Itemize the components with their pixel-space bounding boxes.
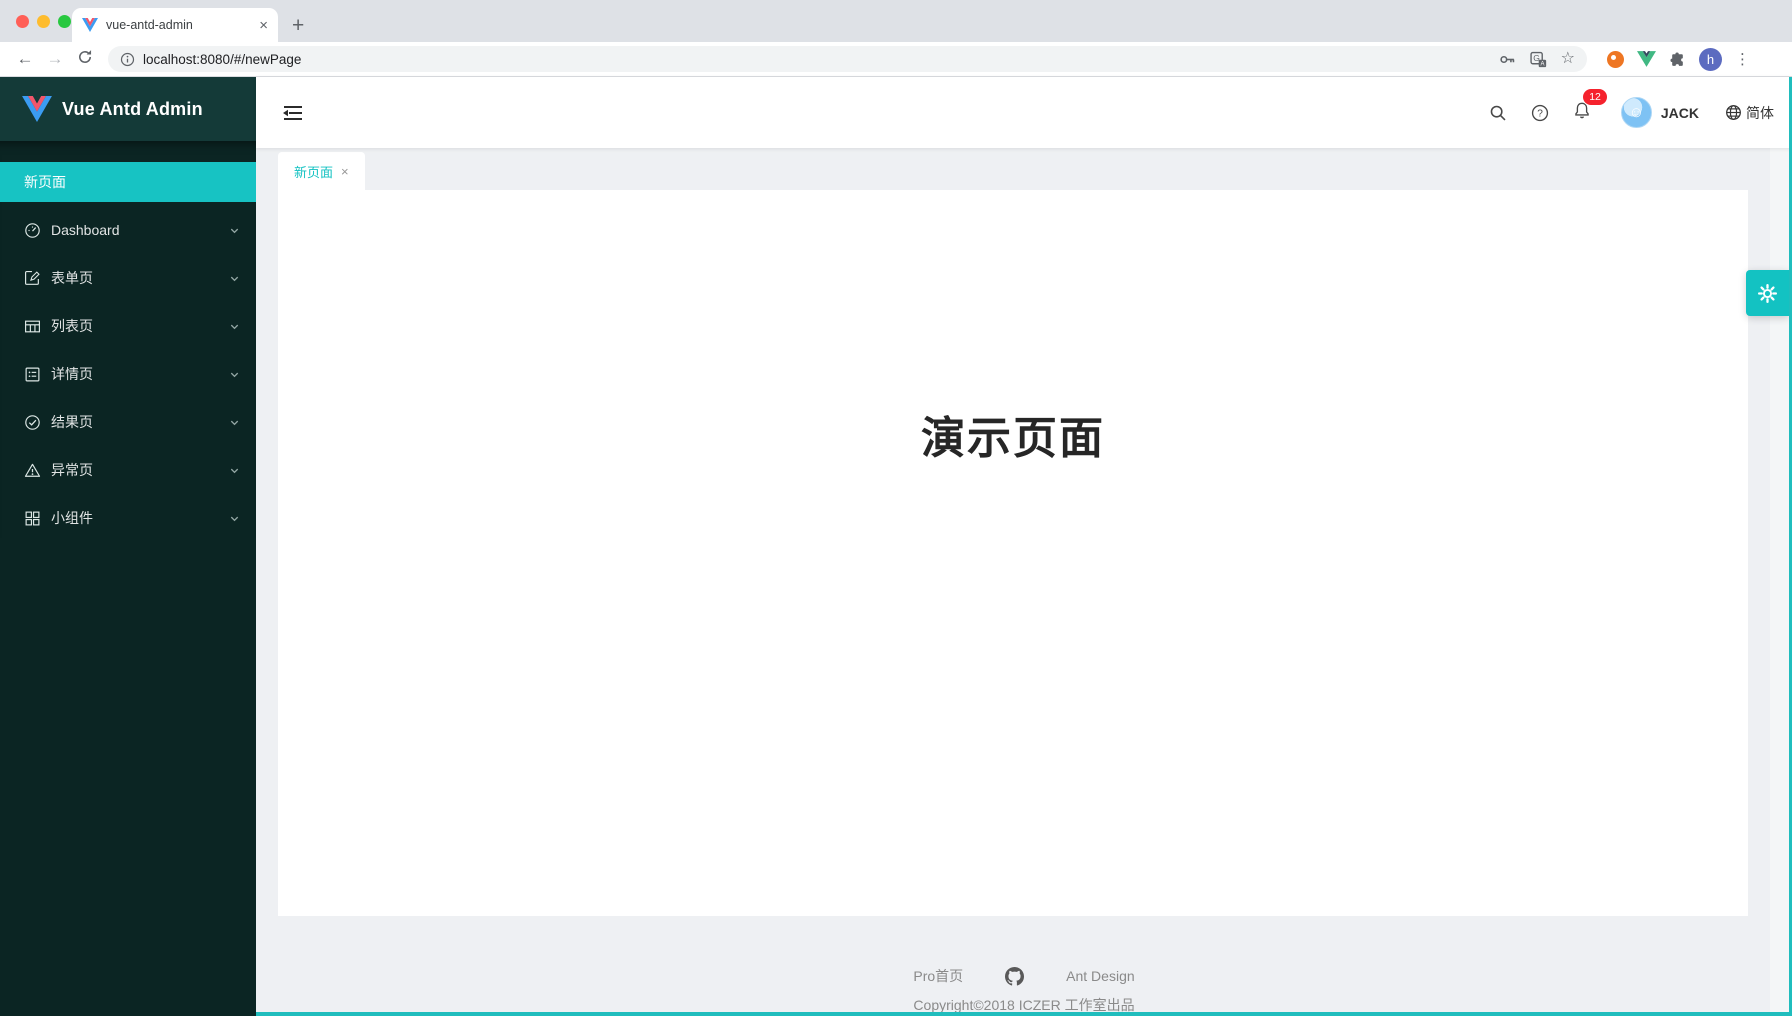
browser-menu-icon[interactable]: ⋮ — [1735, 50, 1750, 68]
tab-close-icon[interactable]: × — [259, 18, 268, 33]
menu-label: 表单页 — [51, 268, 93, 288]
menu-fold-icon[interactable] — [282, 103, 304, 123]
warning-icon — [24, 462, 41, 479]
menu-label: 小组件 — [51, 508, 93, 528]
language-switcher[interactable]: 简体 — [1725, 103, 1774, 123]
footer-link-home[interactable]: Pro首页 — [913, 966, 963, 986]
browser-tab-title: vue-antd-admin — [106, 18, 251, 32]
vue-logo-icon — [22, 96, 52, 122]
sidebar-item-list[interactable]: 列表页 — [0, 306, 256, 346]
extensions-puzzle-icon[interactable] — [1669, 51, 1686, 68]
chevron-down-icon — [229, 369, 240, 380]
chevron-down-icon — [229, 225, 240, 236]
globe-icon — [1725, 104, 1742, 121]
page-tab-newpage[interactable]: 新页面 × — [278, 152, 365, 190]
close-window-button[interactable] — [16, 15, 29, 28]
sidebar-item-widgets[interactable]: 小组件 — [0, 498, 256, 538]
reload-icon[interactable] — [72, 49, 98, 70]
app-header: ? 12 ☺ JACK — [256, 77, 1792, 148]
page-tab-label: 新页面 — [294, 162, 333, 181]
chevron-down-icon — [229, 417, 240, 428]
app-title: Vue Antd Admin — [62, 99, 203, 120]
chevron-down-icon — [229, 321, 240, 332]
bottom-accent-line — [256, 1012, 1792, 1016]
extension-icon-orange[interactable] — [1607, 51, 1624, 68]
username[interactable]: JACK — [1661, 105, 1699, 121]
help-icon[interactable]: ? — [1531, 104, 1549, 122]
sidebar-item-form[interactable]: 表单页 — [0, 258, 256, 298]
password-key-icon[interactable] — [1499, 51, 1516, 68]
sidebar-item-dashboard[interactable]: Dashboard — [0, 210, 256, 250]
notifications-bell[interactable]: 12 — [1573, 101, 1591, 125]
browser-tab[interactable]: vue-antd-admin × — [72, 8, 278, 42]
user-avatar[interactable]: ☺ — [1621, 97, 1652, 128]
gear-icon — [1756, 282, 1779, 305]
url-text[interactable]: localhost:8080/#/newPage — [143, 52, 301, 67]
page-tab-close-icon[interactable]: × — [341, 164, 349, 179]
dashboard-icon — [24, 222, 41, 239]
vue-favicon — [82, 18, 98, 32]
translate-icon[interactable]: G A — [1530, 51, 1547, 68]
check-circle-icon — [24, 414, 41, 431]
menu-label: 详情页 — [51, 364, 93, 384]
forward-icon[interactable]: → — [42, 49, 68, 69]
theme-settings-button[interactable] — [1746, 270, 1789, 316]
address-bar[interactable]: localhost:8080/#/newPage G A ☆ — [108, 46, 1587, 72]
notification-badge: 12 — [1583, 89, 1607, 106]
footer: Pro首页 Ant Design Copyright©2018 ICZER 工作… — [256, 916, 1792, 1016]
browser-tabstrip: vue-antd-admin × + — [0, 0, 1792, 42]
menu-label: 列表页 — [51, 316, 93, 336]
footer-link-antdesign[interactable]: Ant Design — [1066, 968, 1134, 984]
new-tab-button[interactable]: + — [292, 15, 304, 36]
svg-text:?: ? — [1537, 108, 1543, 119]
browser-toolbar: ← → localhost:8080/#/newPage G A ☆ — [0, 42, 1792, 77]
vue-devtools-icon[interactable] — [1637, 51, 1656, 67]
page-tab-bar: 新页面 × — [256, 148, 1792, 190]
macos-traffic-lights — [16, 15, 71, 28]
zoom-window-button[interactable] — [58, 15, 71, 28]
menu-label: 异常页 — [51, 460, 93, 480]
sidebar-item-detail[interactable]: 详情页 — [0, 354, 256, 394]
chevron-down-icon — [229, 273, 240, 284]
menu-label: Dashboard — [51, 222, 120, 238]
form-icon — [24, 270, 41, 287]
app-logo[interactable]: Vue Antd Admin — [0, 77, 256, 141]
profile-icon — [24, 366, 41, 383]
sidebar: Vue Antd Admin 新页面 Dashboard — [0, 77, 256, 1016]
back-icon[interactable]: ← — [12, 49, 38, 69]
minimize-window-button[interactable] — [37, 15, 50, 28]
chevron-down-icon — [229, 513, 240, 524]
search-icon[interactable] — [1489, 104, 1507, 122]
sidebar-item-result[interactable]: 结果页 — [0, 402, 256, 442]
language-label: 简体 — [1746, 103, 1774, 123]
chevron-down-icon — [229, 465, 240, 476]
bookmark-star-icon[interactable]: ☆ — [1561, 51, 1575, 67]
table-icon — [24, 318, 41, 335]
appstore-icon — [24, 510, 41, 527]
menu-label: 新页面 — [24, 172, 66, 192]
content-card: 演示页面 — [278, 190, 1748, 916]
browser-profile-avatar[interactable]: h — [1699, 48, 1722, 71]
sidebar-item-newpage[interactable]: 新页面 — [0, 162, 256, 202]
github-icon[interactable] — [1005, 967, 1024, 986]
page-title: 演示页面 — [278, 402, 1748, 466]
main-area: ? 12 ☺ JACK — [256, 77, 1792, 1016]
sidebar-menu: 新页面 Dashboard 表单页 — [0, 141, 256, 538]
menu-label: 结果页 — [51, 412, 93, 432]
sidebar-item-exception[interactable]: 异常页 — [0, 450, 256, 490]
svg-text:A: A — [1540, 61, 1544, 67]
page-info-icon[interactable] — [120, 52, 135, 67]
